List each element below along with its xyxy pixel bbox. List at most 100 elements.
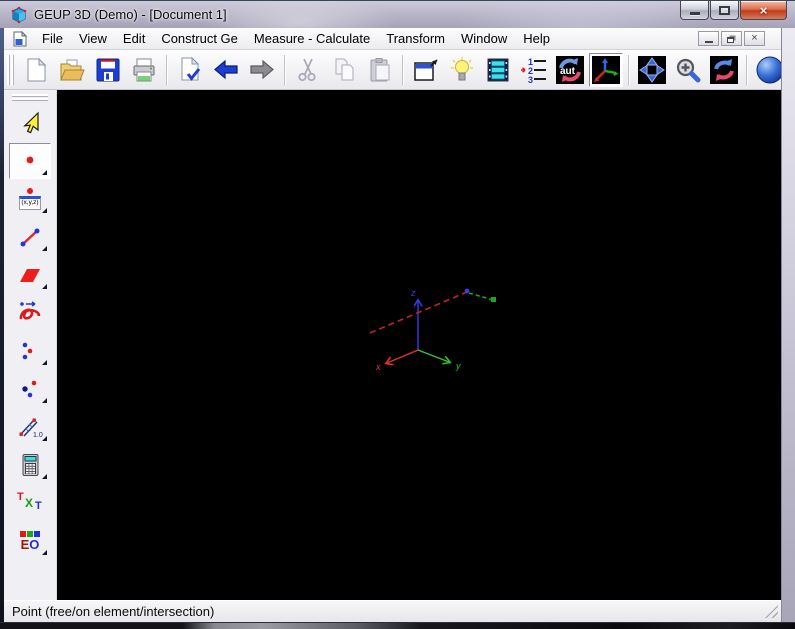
window-border-right (781, 28, 795, 622)
redo-icon (250, 59, 274, 79)
fit-window-button[interactable] (409, 53, 443, 87)
scene-3d: z x y (369, 288, 496, 372)
maximize-button[interactable] (710, 1, 739, 20)
text-tool-button[interactable]: T X T (9, 485, 51, 521)
paste-icon (370, 57, 390, 81)
menu-view[interactable]: View (71, 29, 115, 48)
toolbar-separator (746, 54, 748, 85)
scene-point-marker (491, 297, 496, 302)
curve-icon (19, 301, 41, 320)
undo-button[interactable] (209, 53, 243, 87)
redo-button[interactable] (245, 53, 279, 87)
mdi-minimize-icon (704, 41, 713, 43)
midpoint-tool-button[interactable] (9, 371, 51, 407)
plane-tool-button[interactable] (9, 257, 51, 293)
rotate-view-button[interactable] (707, 53, 741, 87)
titlebar[interactable]: GEUP 3D (Demo) - [Document 1] × (0, 0, 795, 28)
menu-window[interactable]: Window (453, 29, 515, 48)
window-title: GEUP 3D (Demo) - [Document 1] (34, 7, 227, 22)
paste-button[interactable] (363, 53, 397, 87)
menu-help[interactable]: Help (515, 29, 558, 48)
cut-button[interactable] (291, 53, 325, 87)
scene-dashed-segment (468, 292, 494, 301)
save-icon (96, 58, 120, 81)
cut-icon (298, 58, 316, 81)
menu-construct[interactable]: Construct Ge (153, 29, 246, 48)
copy-icon (335, 58, 354, 80)
close-button[interactable]: × (740, 1, 787, 20)
menu-file[interactable]: File (34, 29, 71, 48)
mdi-restore-button[interactable] (721, 31, 742, 46)
intersection-icon (22, 342, 33, 360)
point-xyz-icon: (x,y,z) (19, 188, 41, 210)
menu-transform[interactable]: Transform (378, 29, 453, 48)
appearance-tool-button[interactable]: EO (9, 523, 51, 559)
menu-edit[interactable]: Edit (115, 29, 153, 48)
resize-grip-icon[interactable] (765, 605, 778, 618)
zoom-in-icon (676, 58, 701, 82)
calculator-tool-button[interactable] (9, 447, 51, 483)
print-icon (133, 58, 155, 81)
animation-button[interactable] (481, 53, 515, 87)
document-icon (13, 30, 27, 46)
dropdown-corner-icon (42, 436, 47, 441)
sphere-button[interactable] (753, 53, 781, 87)
appearance-icon: EO (20, 531, 40, 551)
dropdown-corner-icon (42, 208, 47, 213)
toolbar-grip[interactable] (7, 54, 14, 85)
dropdown-corner-icon (42, 170, 47, 175)
print-button[interactable] (127, 53, 161, 87)
pan-view-icon (638, 55, 666, 84)
axis-x-label: x (375, 362, 381, 372)
toolbar-separator (628, 54, 630, 85)
curve-tool-button[interactable] (9, 295, 51, 331)
dropdown-corner-icon (42, 284, 47, 289)
lightbulb-icon (451, 56, 473, 80)
intersection-tool-button[interactable] (9, 333, 51, 369)
dropdown-corner-icon (42, 360, 47, 365)
text-icon: T X T (17, 491, 42, 512)
mdi-window-controls: × (698, 31, 765, 46)
undo-icon (214, 59, 238, 79)
mdi-close-icon: × (751, 32, 758, 44)
dropdown-corner-icon (42, 246, 47, 251)
select-tool-button[interactable] (9, 105, 51, 141)
zoom-in-button[interactable] (671, 53, 705, 87)
mdi-close-button[interactable]: × (744, 31, 765, 46)
save-button[interactable] (91, 53, 125, 87)
measure-transfer-icon: 1.0 (19, 418, 43, 439)
lightbulb-button[interactable] (445, 53, 479, 87)
point-xyz-tool-button[interactable]: (x,y,z) (9, 181, 51, 217)
measure-transfer-tool-button[interactable]: 1.0 (9, 409, 51, 445)
construction-steps-button[interactable]: 1 2 3 (517, 53, 551, 87)
check-document-button[interactable] (173, 53, 207, 87)
menu-measure-calculate[interactable]: Measure - Calculate (246, 29, 378, 48)
mdi-restore-icon (727, 36, 734, 43)
point-tool-button[interactable] (9, 143, 51, 179)
toolbar-separator (166, 54, 168, 85)
tool-sidebar: (x,y,z) 1.0 T X T EO (4, 90, 57, 600)
app-cube-icon (11, 6, 27, 24)
window-frame: File View Edit Construct Ge Measure - Ca… (0, 28, 795, 622)
open-button[interactable] (55, 53, 89, 87)
minimize-button[interactable] (680, 1, 709, 20)
segment-tool-button[interactable] (9, 219, 51, 255)
pan-view-button[interactable] (635, 53, 669, 87)
canvas-3d-view[interactable]: z x y (57, 90, 781, 600)
svg-text:3: 3 (528, 75, 533, 84)
desktop-edge (0, 622, 795, 629)
rotate-view-icon (710, 55, 738, 84)
new-button[interactable] (19, 53, 53, 87)
mdi-minimize-button[interactable] (698, 31, 719, 46)
axes-view-button[interactable] (589, 52, 623, 87)
auto-rotate-icon: aut (556, 55, 584, 84)
scene-point (464, 288, 470, 294)
axis-z-label: z (410, 288, 416, 298)
maximize-icon (719, 5, 730, 15)
auto-rotate-button[interactable]: aut (553, 53, 587, 87)
sidebar-grip[interactable] (12, 94, 48, 101)
copy-button[interactable] (327, 53, 361, 87)
point-icon (26, 156, 34, 164)
segment-icon (20, 228, 40, 247)
steps-icon: 1 2 3 (521, 57, 546, 84)
